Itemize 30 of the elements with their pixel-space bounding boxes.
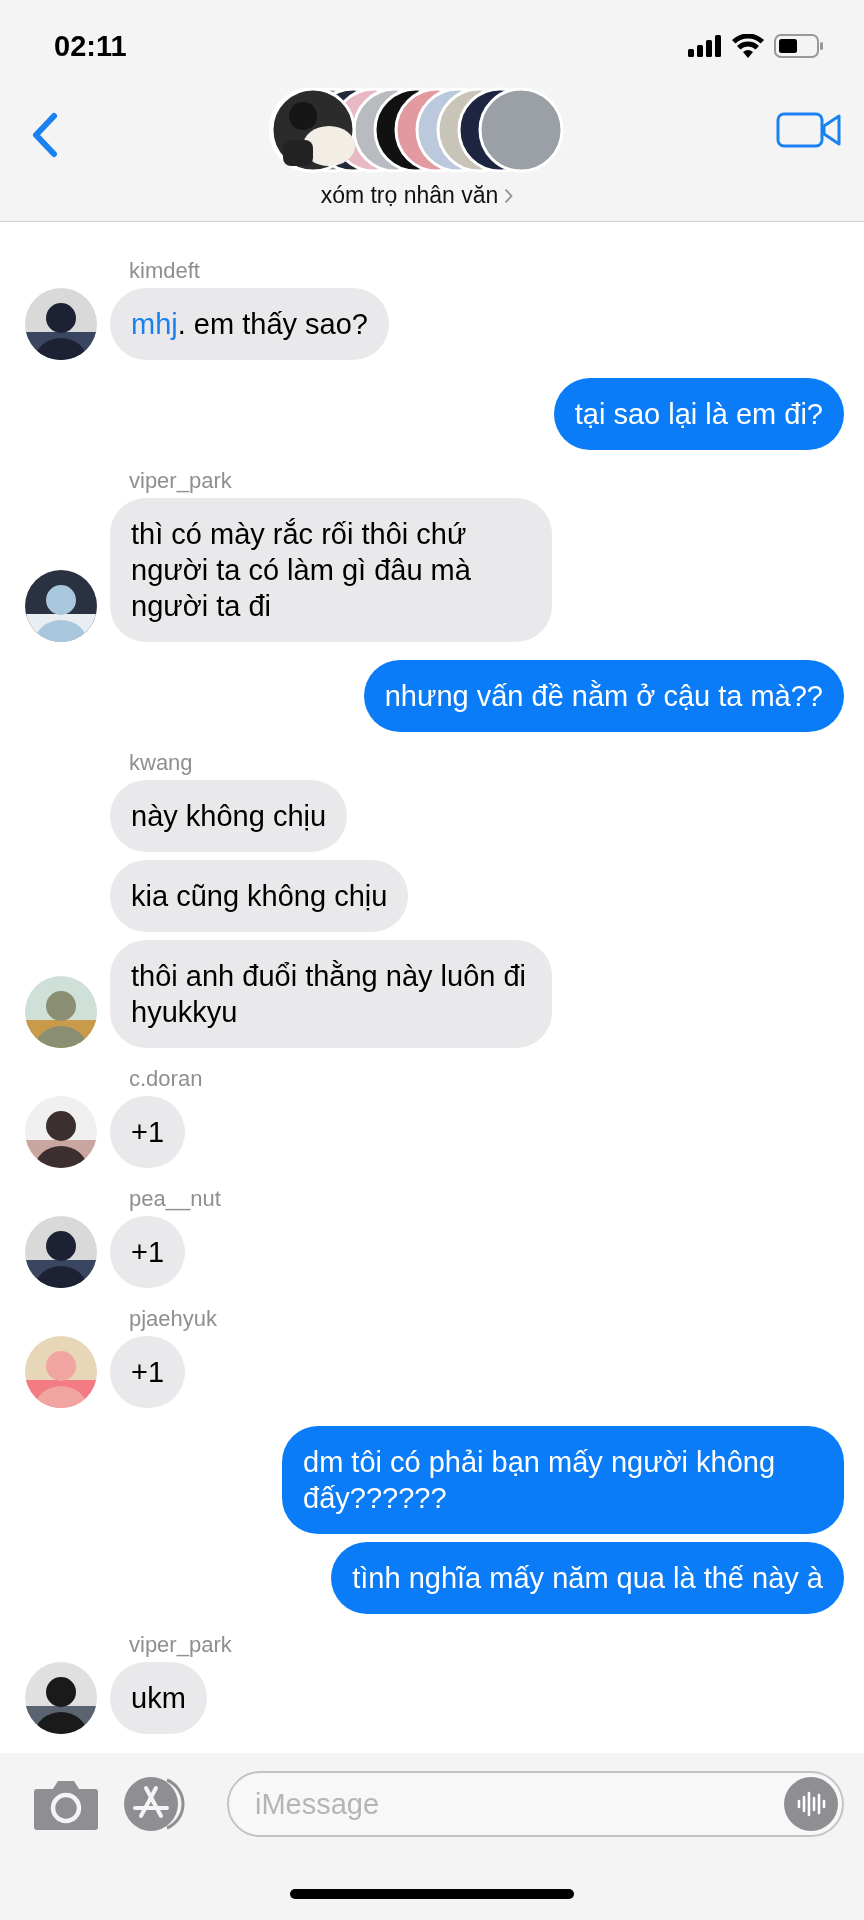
sender-name: pjaehyuk xyxy=(129,1306,218,1332)
sender-name: c.doran xyxy=(129,1066,203,1092)
message-bubble: tại sao lại là em đi? xyxy=(553,378,844,450)
message-bubble: mhj. em thấy sao? xyxy=(110,288,389,360)
video-call-button[interactable] xyxy=(776,112,842,148)
message-bubble: tình nghĩa mấy năm qua là thế này à xyxy=(331,1542,844,1614)
chevron-icon xyxy=(504,187,514,204)
message-bubble: nhưng vấn đề nằm ở cậu ta mà?? xyxy=(363,660,844,732)
message-bubble: +1 xyxy=(110,1336,186,1408)
sender-name: viper_park xyxy=(129,1632,232,1658)
wifi-icon xyxy=(732,34,764,58)
battery-icon xyxy=(774,34,824,58)
message-bubble: ukm xyxy=(110,1662,207,1734)
back-button[interactable] xyxy=(30,112,58,158)
message-bubble: +1 xyxy=(110,1096,186,1168)
status-time: 02:11 xyxy=(54,29,127,63)
message-bubble: thôi anh đuổi thằng này luôn đi hyukkyu xyxy=(110,940,552,1048)
message-bubble: thì có mày rắc rối thôi chứ người ta có làm gì đâu mà người ta đi xyxy=(110,498,552,642)
sender-name: kwang xyxy=(129,750,193,776)
signal-icon xyxy=(688,35,722,57)
waveform-icon xyxy=(796,1789,826,1819)
group-name-link[interactable]: xóm trọ nhân văn xyxy=(320,182,514,209)
message-bubble: dm tôi có phải bạn mấy người không đấy?????? xyxy=(282,1426,844,1534)
message-bubble: kia cũng không chịu xyxy=(110,860,409,932)
sender-name: kimdeft xyxy=(129,258,200,284)
message-bubble: này không chịu xyxy=(110,780,348,852)
message-input[interactable]: iMessage xyxy=(227,1771,844,1837)
message-bubble: +1 xyxy=(110,1216,186,1288)
sender-name: pea__nut xyxy=(129,1186,221,1212)
sender-name: viper_park xyxy=(129,468,232,494)
